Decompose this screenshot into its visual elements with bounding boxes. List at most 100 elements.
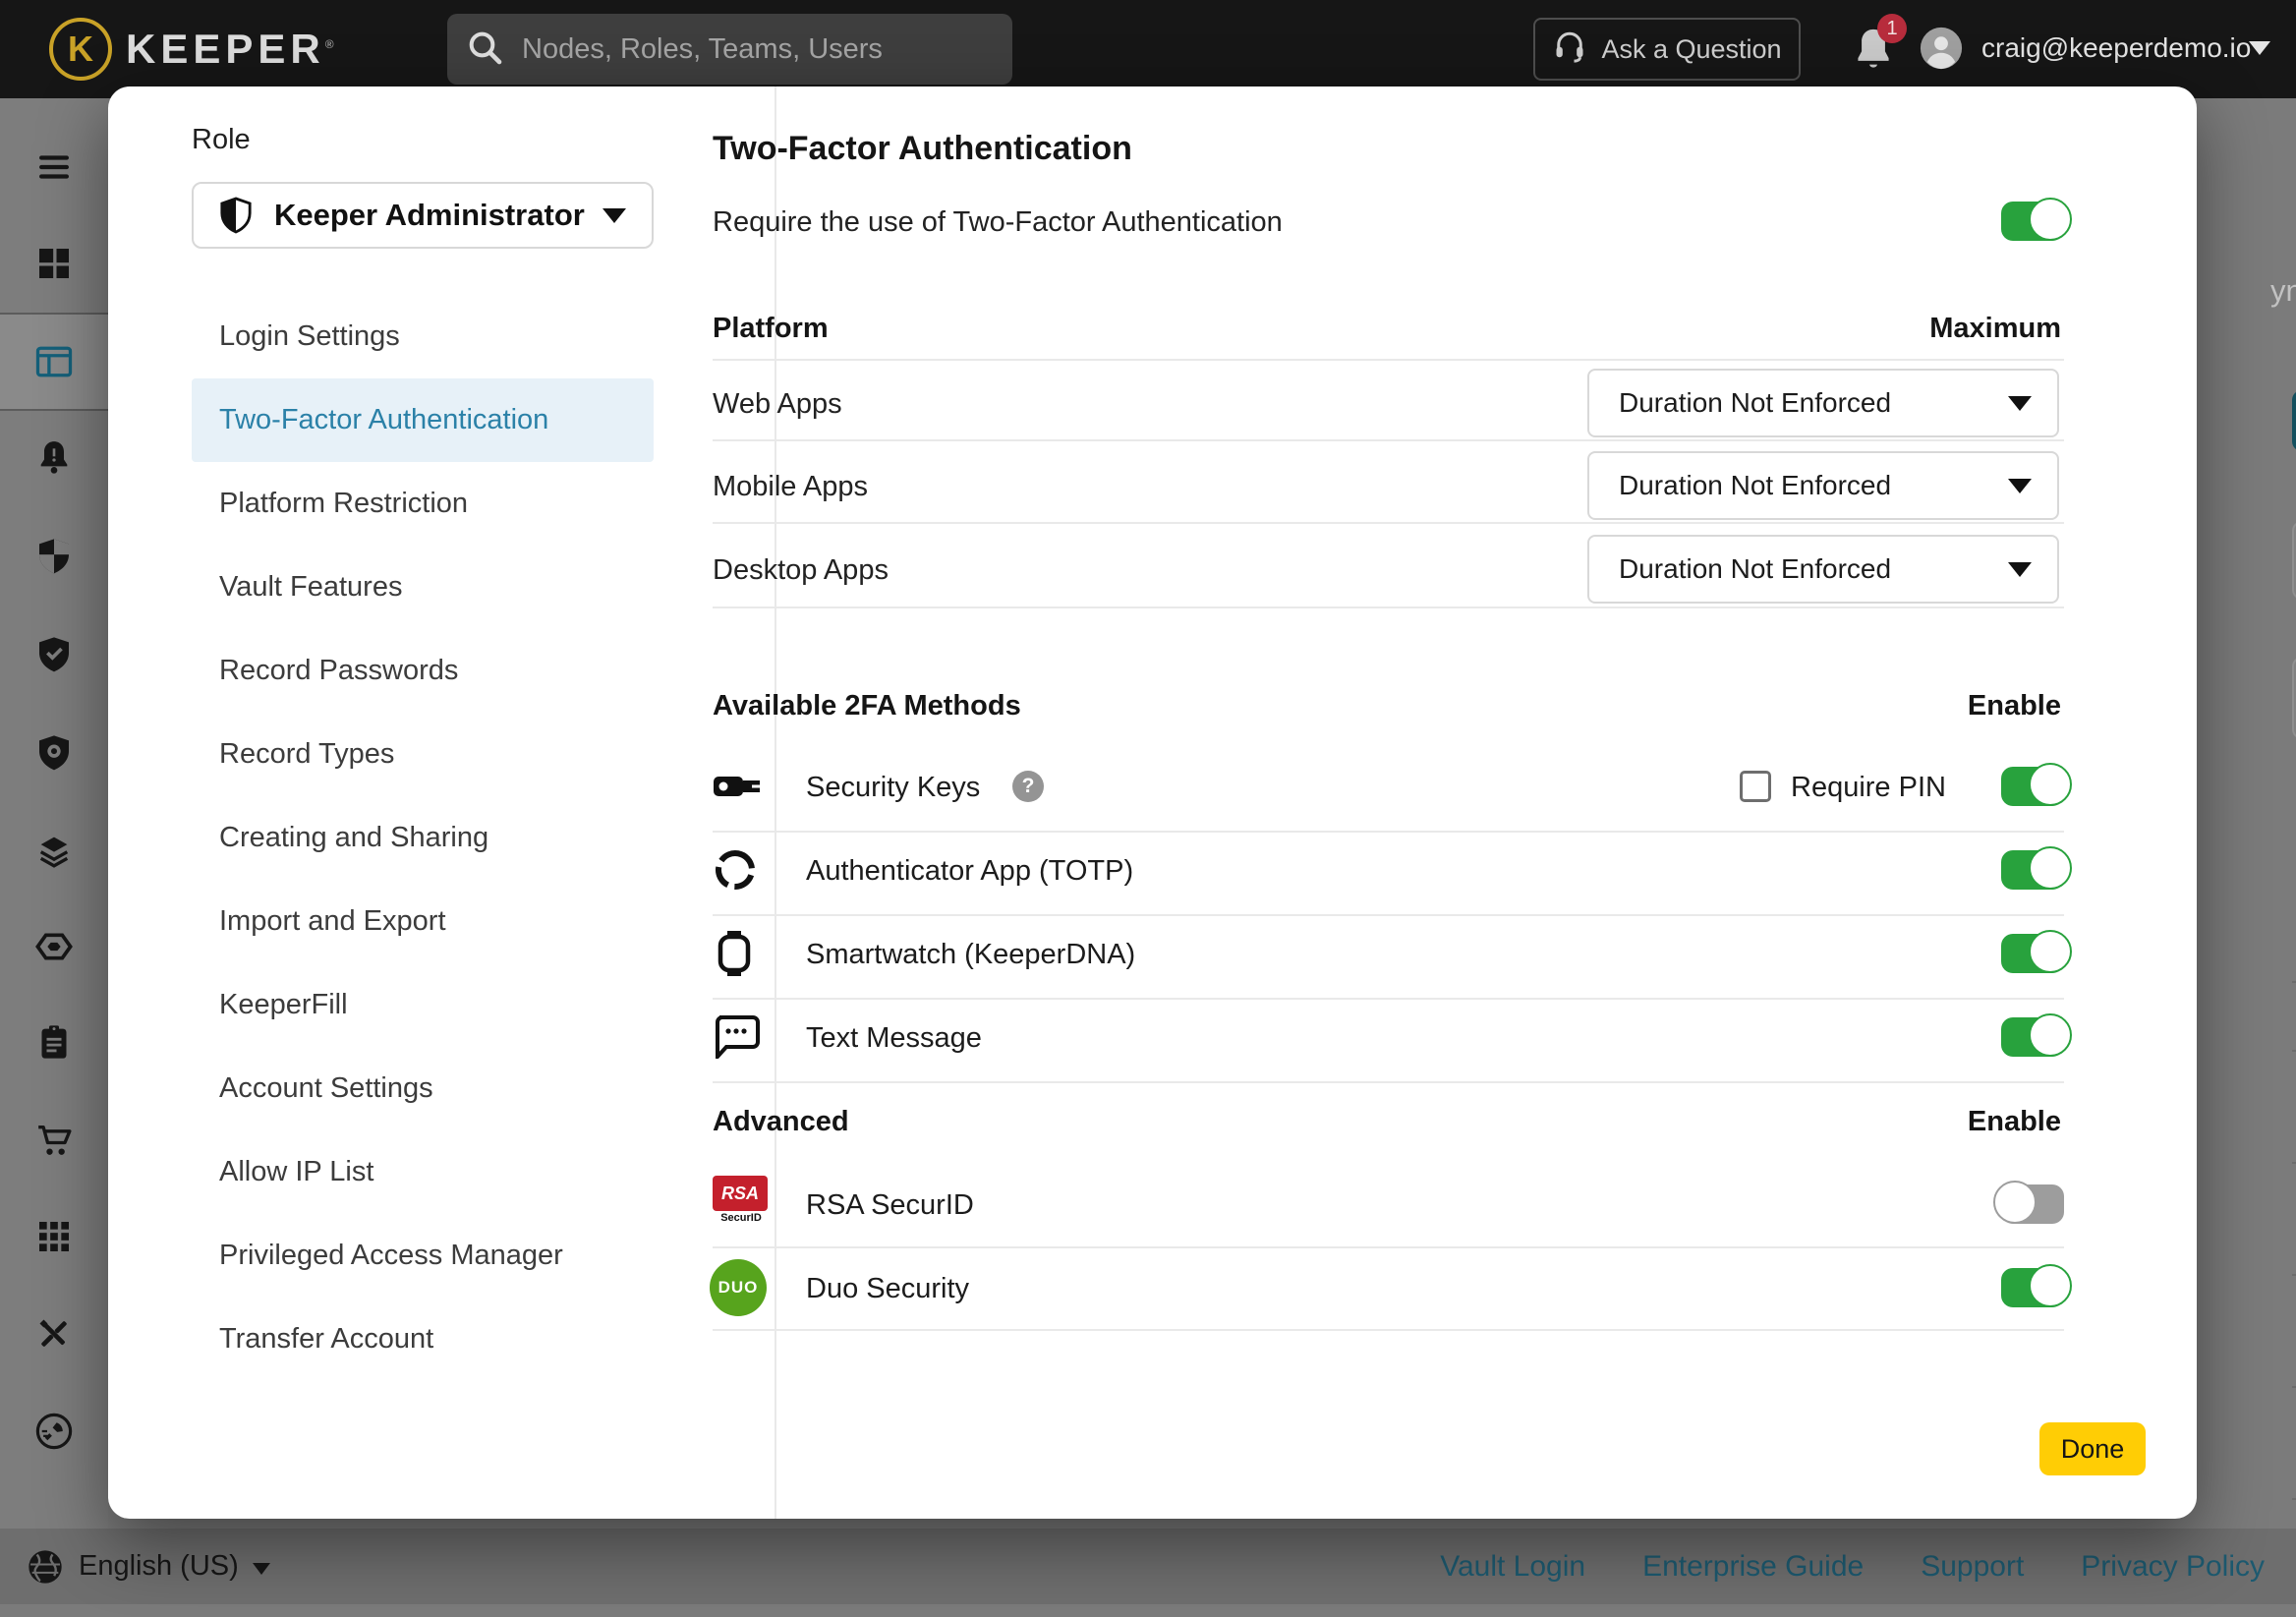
- duo-security-toggle[interactable]: [2001, 1264, 2072, 1307]
- nav-item-record-types[interactable]: Record Types: [192, 713, 654, 796]
- shield-quartered-icon: [39, 539, 69, 574]
- nav-item-vault-features[interactable]: Vault Features: [192, 546, 654, 629]
- toggle-knob: [2029, 1264, 2072, 1307]
- nav-item-account-settings[interactable]: Account Settings: [192, 1047, 654, 1130]
- desktop-apps-duration-select[interactable]: Duration Not Enforced: [1587, 535, 2059, 604]
- divider: [713, 1081, 2064, 1083]
- sidebar-item-alerts[interactable]: [0, 410, 108, 504]
- nav-item-record-passwords[interactable]: Record Passwords: [192, 629, 654, 713]
- toggle-knob: [2029, 1013, 2072, 1057]
- duo-security-logo-icon: DUO: [710, 1259, 767, 1316]
- sync-dropdown-fragment: ync: [2270, 273, 2296, 308]
- web-apps-duration-value: Duration Not Enforced: [1619, 387, 1892, 418]
- mobile-apps-duration-select[interactable]: Duration Not Enforced: [1587, 451, 2059, 520]
- background-card: [2292, 521, 2296, 600]
- smartwatch-toggle[interactable]: [2001, 930, 2072, 973]
- sidebar-menu-toggle[interactable]: [0, 120, 108, 214]
- sidebar-item-connection-manager[interactable]: [0, 899, 108, 994]
- person-icon: [1920, 27, 1963, 70]
- rsa-securid-logo-icon: RSA SecurID: [713, 1176, 770, 1224]
- sidebar-item-applications[interactable]: [0, 1189, 108, 1284]
- desktop-apps-duration-value: Duration Not Enforced: [1619, 553, 1892, 584]
- page-title: Two-Factor Authentication: [713, 130, 1132, 167]
- sidebar-item-breachwatch[interactable]: [0, 705, 108, 799]
- sidebar-item-admin[interactable]: [0, 313, 108, 411]
- nav-item-allow-ip-list[interactable]: Allow IP List: [192, 1130, 654, 1214]
- security-keys-help-icon[interactable]: ?: [1012, 771, 1044, 802]
- role-label: Role: [192, 124, 251, 155]
- hexagon-icon: [35, 933, 73, 960]
- nav-item-creating-and-sharing[interactable]: Creating and Sharing: [192, 796, 654, 880]
- web-apps-duration-select[interactable]: Duration Not Enforced: [1587, 369, 2059, 437]
- footer-link-vault-login[interactable]: Vault Login: [1440, 1550, 1585, 1584]
- account-menu-caret-icon[interactable]: [2249, 41, 2270, 55]
- language-selector[interactable]: English (US): [26, 1547, 270, 1587]
- security-key-icon: [713, 772, 762, 806]
- divider: [713, 998, 2064, 1000]
- footer-link-support[interactable]: Support: [1921, 1550, 2024, 1584]
- sidebar-item-marketplace[interactable]: [0, 1093, 108, 1187]
- background-card: [2292, 657, 2296, 739]
- enforcement-nav: Login Settings Two-Factor Authentication…: [192, 295, 654, 1381]
- authenticator-app-toggle[interactable]: [2001, 846, 2072, 890]
- desktop-apps-label: Desktop Apps: [713, 554, 889, 586]
- nav-item-keeperfill[interactable]: KeeperFill: [192, 963, 654, 1047]
- smartwatch-label: Smartwatch (KeeperDNA): [806, 939, 1136, 970]
- mobile-apps-label: Mobile Apps: [713, 471, 868, 502]
- brand-text: KEEPER: [126, 26, 325, 72]
- text-message-toggle[interactable]: [2001, 1013, 2072, 1057]
- nav-item-two-factor-authentication[interactable]: Two-Factor Authentication: [192, 378, 654, 462]
- select-caret-icon: [2008, 478, 2032, 493]
- security-keys-toggle[interactable]: [2001, 763, 2072, 806]
- row-divider: [2292, 1386, 2296, 1388]
- sidebar-item-dashboard[interactable]: [0, 216, 108, 311]
- footer-link-enterprise-guide[interactable]: Enterprise Guide: [1642, 1550, 1864, 1584]
- row-divider: [2292, 1050, 2296, 1052]
- row-divider: [2292, 981, 2296, 983]
- require-pin-checkbox[interactable]: [1740, 771, 1771, 802]
- methods-enable-header: Enable: [1967, 690, 2061, 722]
- row-divider: [2292, 1498, 2296, 1500]
- registered-mark: ®: [324, 37, 339, 51]
- search-icon: [465, 28, 504, 72]
- role-select[interactable]: Keeper Administrator: [192, 182, 654, 249]
- sidebar-item-admin-tools[interactable]: [0, 1287, 108, 1381]
- web-apps-label: Web Apps: [713, 388, 842, 420]
- sidebar-item-compliance[interactable]: [0, 606, 108, 701]
- nav-item-login-settings[interactable]: Login Settings: [192, 295, 654, 378]
- grid-icon: [39, 1222, 69, 1251]
- sidebar-item-security-audit[interactable]: [0, 508, 108, 603]
- footer-link-privacy-policy[interactable]: Privacy Policy: [2081, 1550, 2265, 1584]
- account-avatar[interactable]: [1919, 26, 1964, 71]
- rsa-logo-box: RSA: [713, 1176, 768, 1211]
- done-button[interactable]: Done: [2039, 1422, 2146, 1475]
- rsa-securid-label: RSA SecurID: [806, 1189, 974, 1221]
- ask-a-question-button[interactable]: Ask a Question: [1533, 18, 1801, 81]
- account-email[interactable]: craig@keeperdemo.io: [1981, 32, 2251, 64]
- global-search[interactable]: [447, 14, 1012, 85]
- nav-item-import-and-export[interactable]: Import and Export: [192, 880, 654, 963]
- search-input[interactable]: [520, 31, 966, 67]
- sidebar-item-getting-started[interactable]: [0, 1384, 108, 1478]
- sidebar-item-secrets-manager[interactable]: [0, 803, 108, 897]
- admin-console-icon: [35, 346, 73, 377]
- ask-a-question-label: Ask a Question: [1601, 33, 1782, 64]
- sidebar-item-reporting[interactable]: [0, 995, 108, 1089]
- nav-item-transfer-account[interactable]: Transfer Account: [192, 1298, 654, 1381]
- modal-left-panel: Role Keeper Administrator Login Settings…: [108, 87, 776, 1519]
- brand-name: KEEPER®: [126, 26, 339, 73]
- language-caret-icon: [252, 1562, 270, 1575]
- divider: [713, 606, 2064, 608]
- nav-item-privileged-access-manager[interactable]: Privileged Access Manager: [192, 1214, 654, 1298]
- nav-item-platform-restriction[interactable]: Platform Restriction: [192, 462, 654, 546]
- maximum-header: Maximum: [1929, 313, 2061, 344]
- alert-bell-icon: [40, 441, 68, 474]
- divider: [713, 914, 2064, 916]
- notifications-button[interactable]: 1: [1852, 14, 1907, 77]
- rocket-icon: [35, 1413, 73, 1450]
- add-role-button-fragment: Role: [2292, 390, 2296, 451]
- require-2fa-toggle[interactable]: [2001, 198, 2072, 241]
- divider: [713, 439, 2064, 441]
- rsa-securid-toggle[interactable]: [1993, 1181, 2064, 1224]
- divider: [713, 831, 2064, 833]
